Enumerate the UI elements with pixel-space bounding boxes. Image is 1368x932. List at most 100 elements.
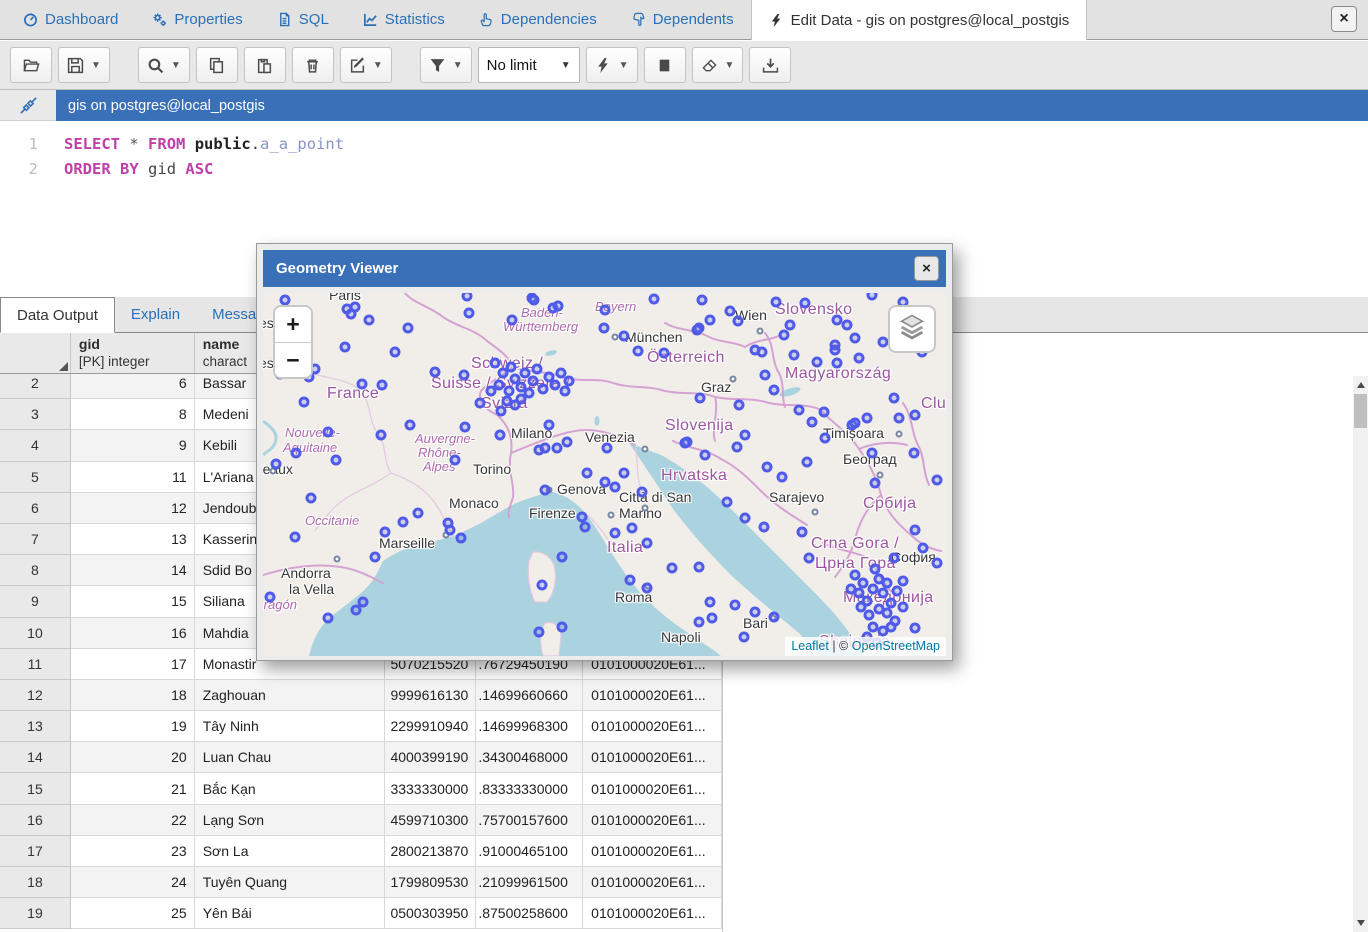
geometry-point-marker[interactable] [659, 348, 670, 359]
geometry-point-marker[interactable] [892, 586, 903, 597]
geometry-point-marker[interactable] [529, 295, 540, 306]
geometry-point-marker[interactable] [540, 485, 551, 496]
geometry-point-marker[interactable] [757, 347, 768, 358]
geometry-point-marker[interactable] [464, 308, 475, 319]
geometry-point-marker[interactable] [405, 420, 416, 431]
geometry-point-marker[interactable] [577, 512, 588, 523]
geometry-point-marker[interactable] [846, 584, 857, 595]
cell[interactable]: .91000465100 [476, 836, 583, 867]
cell[interactable]: 19 [71, 711, 195, 742]
geometry-point-marker[interactable] [528, 376, 539, 387]
geometry-point-marker[interactable] [830, 345, 841, 356]
geometry-point-marker[interactable] [898, 576, 909, 587]
geometry-point-marker[interactable] [390, 347, 401, 358]
geometry-point-marker[interactable] [850, 333, 861, 344]
geometry-point-marker[interactable] [794, 405, 805, 416]
geometry-point-marker[interactable] [534, 627, 545, 638]
geometry-point-marker[interactable] [910, 525, 921, 536]
cell[interactable]: 23 [71, 836, 195, 867]
geometry-point-marker[interactable] [898, 602, 909, 613]
results-tab-data-output[interactable]: Data Output [0, 297, 115, 333]
cell[interactable]: 8 [71, 399, 195, 430]
cell[interactable]: 2800213870 [385, 836, 476, 867]
geometry-point-marker[interactable] [380, 527, 391, 538]
dialog-titlebar[interactable]: Geometry Viewer × [263, 250, 946, 287]
cell[interactable]: 20 [71, 742, 195, 773]
geometry-point-marker[interactable] [486, 386, 497, 397]
cell[interactable]: 0101000020E61... [583, 742, 722, 773]
geometry-point-marker[interactable] [870, 478, 881, 489]
geometry-point-marker[interactable] [779, 330, 790, 341]
geometry-point-marker[interactable] [697, 295, 708, 306]
geometry-point-marker[interactable] [862, 413, 873, 424]
find-button[interactable]: ▼ [138, 47, 190, 83]
geometry-point-marker[interactable] [291, 448, 302, 459]
vertical-scrollbar[interactable] [1353, 376, 1368, 932]
row-number[interactable]: 3 [0, 399, 71, 430]
cell[interactable]: 24 [71, 867, 195, 898]
geometry-point-marker[interactable] [694, 617, 705, 628]
tab-statistics[interactable]: Statistics [346, 0, 462, 39]
geometry-point-marker[interactable] [610, 528, 621, 539]
cell[interactable]: 0101000020E61... [583, 898, 722, 929]
cell[interactable]: 9 [71, 430, 195, 461]
geometry-point-marker[interactable] [290, 532, 301, 543]
geometry-point-marker[interactable] [642, 538, 653, 549]
geometry-point-marker[interactable] [802, 457, 813, 468]
cell[interactable]: .34300468000 [476, 742, 583, 773]
row-number[interactable]: 13 [0, 711, 71, 742]
scroll-down-arrow[interactable] [1353, 916, 1368, 930]
row-number[interactable]: 5 [0, 462, 71, 493]
cell[interactable]: 0500303950 [385, 898, 476, 929]
geometry-point-marker[interactable] [740, 513, 751, 524]
geometry-point-marker[interactable] [692, 325, 703, 336]
geometry-point-marker[interactable] [695, 393, 706, 404]
geometry-point-marker[interactable] [331, 455, 342, 466]
geometry-point-marker[interactable] [886, 622, 897, 633]
geometry-point-marker[interactable] [495, 430, 506, 441]
geometry-point-marker[interactable] [364, 315, 375, 326]
geometry-point-marker[interactable] [540, 443, 551, 454]
tab-sql[interactable]: SQL [260, 0, 346, 39]
geometry-point-marker[interactable] [346, 309, 357, 320]
download-button[interactable] [749, 47, 791, 83]
cell[interactable]: 2299910940 [385, 711, 476, 742]
geometry-point-marker[interactable] [700, 450, 711, 461]
row-number[interactable]: 11 [0, 649, 71, 680]
row-number[interactable]: 8 [0, 555, 71, 586]
cell[interactable]: .75700157600 [476, 805, 583, 836]
geometry-point-marker[interactable] [804, 553, 815, 564]
geometry-point-marker[interactable] [867, 448, 878, 459]
geometry-point-marker[interactable] [932, 558, 943, 569]
geometry-point-marker[interactable] [430, 367, 441, 378]
geometry-point-marker[interactable] [376, 430, 387, 441]
geometry-point-marker[interactable] [909, 448, 920, 459]
tab-dependents[interactable]: Dependents [614, 0, 751, 39]
geometry-point-marker[interactable] [842, 320, 853, 331]
geometry-point-marker[interactable] [537, 580, 548, 591]
cell[interactable]: 11 [71, 462, 195, 493]
select-all-corner[interactable] [0, 333, 71, 373]
tab-edit-data-gis-on-postgres-loca[interactable]: Edit Data - gis on postgres@local_postgi… [751, 0, 1088, 40]
geometry-point-marker[interactable] [627, 523, 638, 534]
cell[interactable]: 17 [71, 649, 195, 680]
scrollbar-thumb[interactable] [1354, 394, 1367, 428]
geometry-point-marker[interactable] [602, 443, 613, 454]
cell[interactable]: Tây Ninh [195, 711, 386, 742]
geometry-point-marker[interactable] [619, 331, 630, 342]
geometry-point-marker[interactable] [538, 384, 549, 395]
cell[interactable]: 22 [71, 805, 195, 836]
geometry-point-marker[interactable] [557, 552, 568, 563]
geometry-point-marker[interactable] [496, 406, 507, 417]
cell[interactable]: 0101000020E61... [583, 680, 722, 711]
geometry-point-marker[interactable] [600, 305, 611, 316]
geometry-point-marker[interactable] [910, 623, 921, 634]
delete-row-button[interactable] [292, 47, 334, 83]
geometry-point-marker[interactable] [882, 578, 893, 589]
cell[interactable]: Sơn La [195, 836, 386, 867]
cell[interactable]: 16 [71, 618, 195, 649]
geometry-point-marker[interactable] [889, 393, 900, 404]
geometry-point-marker[interactable] [812, 357, 823, 368]
geometry-point-marker[interactable] [280, 295, 291, 306]
cell[interactable]: Lạng Sơn [195, 805, 386, 836]
